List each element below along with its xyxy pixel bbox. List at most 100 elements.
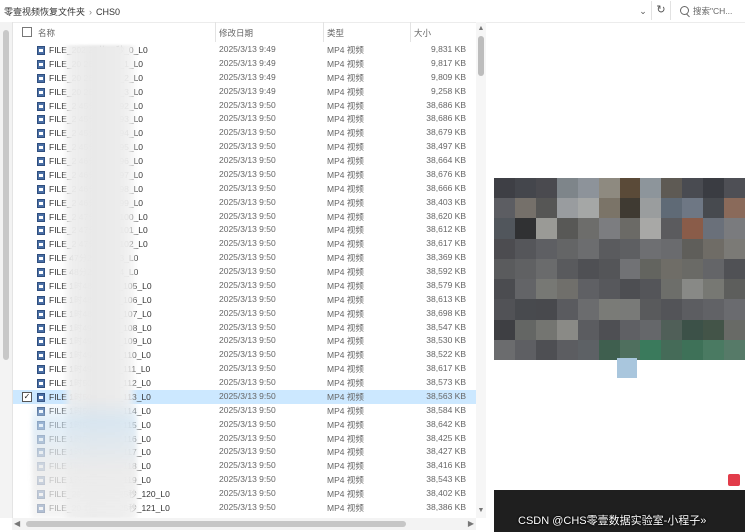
preview-pixel [661, 279, 683, 301]
column-divider[interactable] [410, 22, 411, 42]
file-type: MP4 视频 [327, 294, 364, 305]
nav-pane-scrollbar[interactable] [0, 22, 13, 518]
preview-pixel [682, 339, 704, 360]
scroll-left-arrow-icon[interactable]: ◀ [14, 519, 20, 528]
breadcrumb-parent[interactable]: 零壹视频恢复文件夹 [4, 7, 85, 17]
file-size: 38,416 KB [426, 460, 466, 471]
column-divider[interactable] [215, 22, 216, 42]
file-date: 2025/3/13 9:50 [219, 155, 276, 165]
video-file-icon [37, 240, 45, 250]
file-size: 38,612 KB [426, 224, 466, 235]
preview-pixel [556, 339, 578, 360]
file-type: MP4 视频 [327, 239, 364, 250]
preview-pixel [682, 258, 704, 280]
file-type: MP4 视频 [327, 405, 364, 416]
file-size: 38,427 KB [426, 446, 466, 457]
file-size: 38,573 KB [426, 377, 466, 387]
file-type: MP4 视频 [327, 280, 364, 291]
preview-pixel [514, 218, 536, 240]
file-date: 2025/3/13 9:50 [219, 113, 276, 124]
breadcrumb-current[interactable]: CHS0 [96, 7, 120, 17]
file-type: MP4 视频 [327, 489, 364, 499]
column-header-type[interactable]: 类型 [327, 27, 344, 39]
preview-pixel [724, 218, 745, 240]
horizontal-scrollbar[interactable]: ◀ ▶ [12, 518, 476, 530]
vertical-scrollbar[interactable]: ▲ ▼ [476, 22, 486, 518]
file-type: MP4 视频 [327, 100, 364, 111]
preview-pixel [514, 339, 536, 360]
preview-pixel [724, 238, 745, 260]
preview-pixel [682, 319, 704, 341]
preview-pixel [535, 258, 557, 280]
app-icon[interactable] [728, 474, 740, 486]
preview-pixel [724, 279, 745, 301]
preview-pixel [661, 319, 683, 341]
file-date: 2025/3/13 9:50 [219, 460, 276, 471]
preview-pixel [577, 299, 599, 321]
file-date: 2025/3/13 9:50 [219, 224, 276, 235]
file-size: 38,402 KB [426, 488, 466, 498]
preview-pixel [494, 178, 515, 199]
video-file-icon [37, 143, 45, 153]
file-size: 38,676 KB [426, 168, 466, 179]
column-header-size[interactable]: 大小 [414, 27, 431, 39]
file-date: 2025/3/13 9:50 [219, 404, 276, 415]
vertical-scroll-thumb[interactable] [478, 36, 484, 76]
scroll-right-arrow-icon[interactable]: ▶ [468, 519, 474, 528]
address-dropdown-chevron-icon[interactable]: ⌄ [636, 3, 650, 19]
select-all-checkbox[interactable] [22, 27, 32, 37]
nav-pane-scroll-thumb[interactable] [3, 30, 9, 360]
file-size: 38,543 KB [426, 474, 466, 485]
preview-pixel [661, 339, 683, 360]
preview-pixel [619, 258, 641, 280]
scroll-up-arrow-icon[interactable]: ▲ [476, 24, 486, 34]
preview-pixel [535, 178, 557, 199]
file-type: MP4 视频 [327, 350, 364, 361]
preview-pixel [703, 299, 725, 321]
file-size: 38,425 KB [426, 432, 466, 443]
file-type: MP4 视频 [327, 475, 364, 486]
preview-pixel [535, 319, 557, 341]
scroll-down-arrow-icon[interactable]: ▼ [476, 506, 486, 516]
video-file-icon [37, 323, 45, 333]
search-input[interactable]: 搜索"CH... [674, 2, 745, 20]
file-type: MP4 视频 [327, 364, 364, 375]
file-type: MP4 视频 [327, 86, 364, 97]
address-bar[interactable]: 零壹视频恢复文件夹 › CHS0 ⌄ ↻ 搜索"CH... [0, 0, 745, 23]
preview-pixel [514, 299, 536, 321]
file-type: MP4 视频 [327, 322, 364, 333]
preview-pixel [640, 339, 662, 360]
video-file-icon [37, 129, 45, 139]
file-type: MP4 视频 [327, 183, 364, 194]
preview-pixel [535, 198, 557, 220]
file-size: 38,617 KB [426, 238, 466, 249]
preview-pixel [619, 218, 641, 240]
video-file-icon [37, 59, 45, 69]
file-size: 38,620 KB [426, 210, 466, 221]
breadcrumb[interactable]: 零壹视频恢复文件夹 › CHS0 [4, 5, 120, 18]
column-header-name[interactable]: 名称 [38, 27, 55, 39]
row-checkbox[interactable]: ✓ [22, 391, 32, 402]
column-header-date[interactable]: 修改日期 [219, 27, 253, 39]
refresh-button[interactable]: ↻ [651, 1, 671, 20]
preview-pixel [577, 238, 599, 260]
column-divider[interactable] [323, 22, 324, 42]
file-type: MP4 视频 [327, 419, 364, 430]
preview-pixel [514, 178, 536, 199]
preview-pixel [703, 339, 725, 360]
preview-pixel [494, 279, 515, 301]
file-type: MP4 视频 [327, 58, 364, 69]
preview-pixel [640, 279, 662, 301]
file-size: 38,617 KB [426, 363, 466, 374]
preview-pixel [661, 299, 683, 321]
preview-pixel [703, 279, 725, 301]
file-date: 2025/3/13 9:50 [219, 390, 276, 401]
preview-pixel [598, 218, 620, 240]
preview-pixel [577, 258, 599, 280]
preview-pixel [661, 198, 683, 220]
preview-pixel [703, 258, 725, 280]
file-size: 38,547 KB [426, 321, 466, 332]
preview-pixel [494, 198, 515, 220]
file-date: 2025/3/13 9:50 [219, 446, 276, 457]
horizontal-scroll-thumb[interactable] [26, 521, 406, 527]
